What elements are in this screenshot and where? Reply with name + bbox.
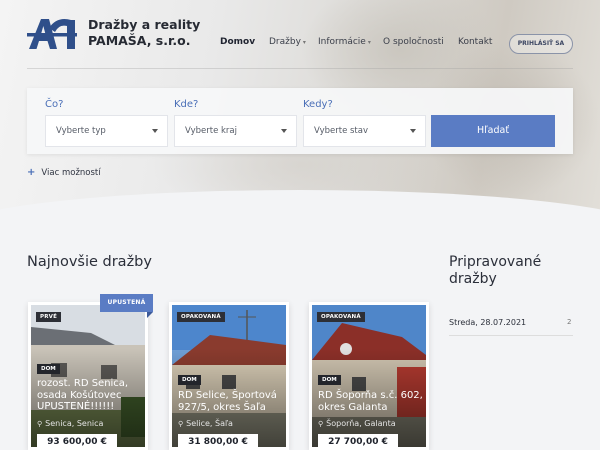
auction-title: RD Šoporňa s.č. 602, okres Galanta <box>318 390 423 413</box>
map-pin-icon: ⚲ <box>37 420 43 428</box>
auction-card[interactable]: OPAKOVANÁ DOM RD Selice, Športová 927/5,… <box>169 302 289 450</box>
auction-round-badge: OPAKOVANÁ <box>317 312 365 322</box>
nav-item-domov[interactable]: Domov <box>220 37 255 47</box>
search-label-where: Kde? <box>174 99 199 110</box>
search-button[interactable]: Hľadať <box>431 115 555 147</box>
auction-title: rozost. RD Senica, osada Košútovec UPUST… <box>37 378 129 412</box>
map-pin-icon: ⚲ <box>178 420 184 428</box>
nav-item-o-spolocnosti[interactable]: O spoločnosti <box>383 37 444 47</box>
auction-card[interactable]: OPAKOVANÁ DOM RD Šoporňa s.č. 602, okres… <box>309 302 429 450</box>
nav-item-label: O spoločnosti <box>383 37 444 47</box>
upcoming-divider <box>449 335 573 336</box>
auction-round-badge: OPAKOVANÁ <box>177 312 225 322</box>
auction-card[interactable]: PRVÉ DOM rozost. RD Senica, osada Košúto… <box>28 302 148 450</box>
more-options-label: Viac možností <box>41 168 101 178</box>
status-select[interactable]: Vyberte stav <box>303 115 426 147</box>
type-select-value: Vyberte typ <box>56 126 106 136</box>
chevron-down-icon: ▾ <box>302 39 306 46</box>
brand-name[interactable]: Dražby a reality PAMAŠA, s.r.o. <box>88 17 200 49</box>
brand-line-2: PAMAŠA, s.r.o. <box>88 33 191 48</box>
property-type-badge: DOM <box>178 375 201 385</box>
search-label-what: Čo? <box>45 99 64 110</box>
type-select[interactable]: Vyberte typ <box>45 115 168 147</box>
header-divider <box>27 68 573 69</box>
latest-auctions-heading: Najnovšie dražby <box>27 254 152 270</box>
caret-down-icon <box>152 129 158 133</box>
auction-price: 27 700,00 € <box>318 434 398 447</box>
more-options-link[interactable]: + Viac možností <box>27 167 101 178</box>
nav-item-label: Domov <box>220 37 256 47</box>
auction-round-badge: PRVÉ <box>36 312 62 322</box>
auction-location: ⚲ Senica, Senica <box>37 419 103 428</box>
logo-icon[interactable] <box>27 16 77 50</box>
property-type-badge: DOM <box>37 364 60 374</box>
upcoming-date-link[interactable]: Streda, 28.07.2021 <box>449 318 526 327</box>
region-select-value: Vyberte kraj <box>185 126 237 136</box>
nav-item-drazby[interactable]: Dražby ▾ <box>269 37 306 47</box>
nav-item-kontakt[interactable]: Kontakt <box>458 37 492 47</box>
status-ribbon: UPUSTENÁ <box>100 294 153 318</box>
auction-title: RD Selice, Športová 927/5, okres Šaľa <box>178 390 277 413</box>
plus-icon: + <box>27 167 36 178</box>
nav-item-label: Kontakt <box>458 37 493 47</box>
nav-item-label: Informácie <box>318 37 366 47</box>
auction-location: ⚲ Selice, Šaľa <box>178 419 233 428</box>
nav-item-label: Dražby <box>269 37 301 47</box>
caret-down-icon <box>410 129 416 133</box>
location-text: Senica, Senica <box>45 419 104 428</box>
auction-location: ⚲ Šoporňa, Galanta <box>318 419 396 428</box>
upcoming-count: 2 <box>567 318 572 326</box>
location-text: Selice, Šaľa <box>186 419 233 428</box>
property-type-badge: DOM <box>318 375 341 385</box>
status-select-value: Vyberte stav <box>314 126 369 136</box>
upcoming-auctions-heading: Pripravované dražby <box>449 254 542 287</box>
brand-line-1: Dražby a reality <box>88 17 201 32</box>
chevron-down-icon: ▾ <box>367 39 371 46</box>
nav-item-informacie[interactable]: Informácie ▾ <box>318 37 371 47</box>
location-text: Šoporňa, Galanta <box>326 419 396 428</box>
search-label-when: Kedy? <box>303 99 333 110</box>
login-button[interactable]: PRIHLÁSIŤ SA <box>509 34 573 54</box>
region-select[interactable]: Vyberte kraj <box>174 115 297 147</box>
map-pin-icon: ⚲ <box>318 420 324 428</box>
auction-price: 93 600,00 € <box>37 434 117 447</box>
caret-down-icon <box>281 129 287 133</box>
auction-price: 31 800,00 € <box>178 434 258 447</box>
